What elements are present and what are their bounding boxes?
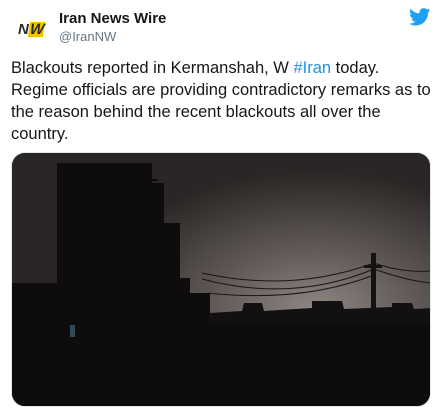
avatar[interactable]: NW: [11, 9, 51, 49]
tweet-photo[interactable]: [11, 152, 431, 407]
iran-news-wire-logo-icon: NW: [17, 20, 46, 38]
tweet-text-part-1: Blackouts reported in Kermanshah, W: [11, 59, 294, 77]
night-city-silhouette-image: [12, 153, 430, 406]
author-handle[interactable]: @IranNW: [59, 29, 116, 44]
hashtag-link[interactable]: #Iran: [293, 59, 331, 77]
tweet-card[interactable]: NW Iran News Wire @IranNW Blackouts repo…: [0, 0, 443, 415]
twitter-bird-icon[interactable]: [409, 8, 431, 26]
tweet-header: NW Iran News Wire @IranNW: [0, 0, 443, 50]
author-display-name[interactable]: Iran News Wire: [59, 10, 166, 27]
tweet-text: Blackouts reported in Kermanshah, W #Ira…: [11, 57, 435, 145]
